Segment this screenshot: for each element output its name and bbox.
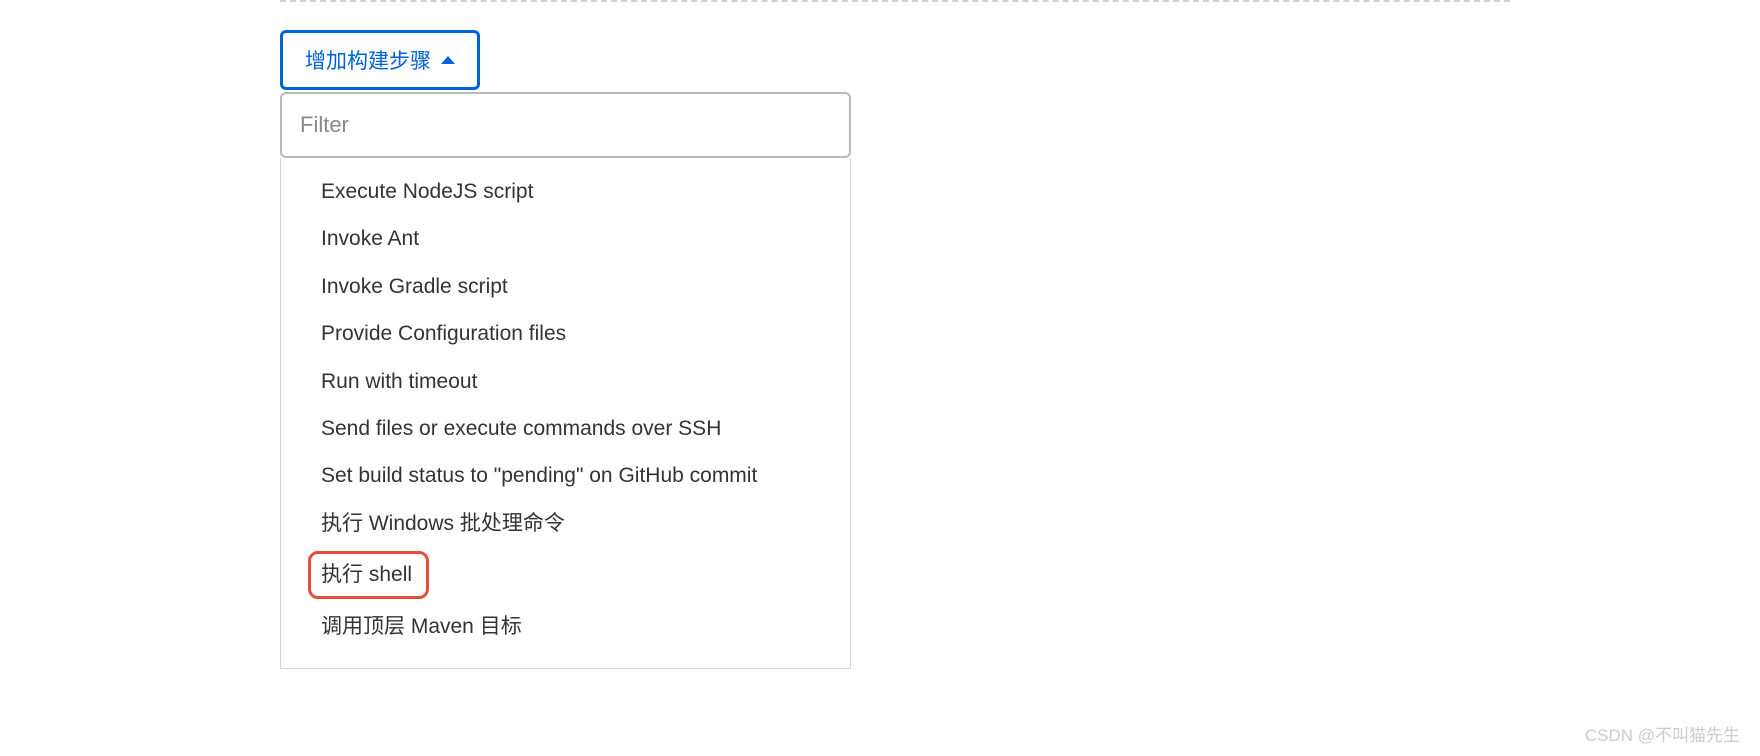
dropdown-panel: Execute NodeJS script Invoke Ant Invoke … xyxy=(280,92,851,669)
dropdown-item-execute-nodejs[interactable]: Execute NodeJS script xyxy=(281,168,850,215)
filter-wrapper xyxy=(280,92,851,158)
dropdown-item-provide-config[interactable]: Provide Configuration files xyxy=(281,310,850,357)
add-build-step-label: 增加构建步骤 xyxy=(305,45,431,75)
dropdown-list: Execute NodeJS script Invoke Ant Invoke … xyxy=(280,158,851,669)
content-area: 增加构建步骤 Execute NodeJS script Invoke Ant … xyxy=(280,30,851,669)
dropdown-item-windows-batch[interactable]: 执行 Windows 批处理命令 xyxy=(281,500,850,547)
separator-line xyxy=(280,0,1510,2)
add-build-step-button[interactable]: 增加构建步骤 xyxy=(280,30,480,90)
dropdown-item-maven-top[interactable]: 调用顶层 Maven 目标 xyxy=(281,603,850,650)
filter-input[interactable] xyxy=(282,94,849,156)
dropdown-item-invoke-gradle[interactable]: Invoke Gradle script xyxy=(281,263,850,310)
watermark: CSDN @不叫猫先生 xyxy=(1585,721,1740,746)
dropdown-item-invoke-ant[interactable]: Invoke Ant xyxy=(281,215,850,262)
chevron-up-icon xyxy=(441,56,455,64)
dropdown-item-execute-shell[interactable]: 执行 shell xyxy=(281,547,850,602)
dropdown-item-run-timeout[interactable]: Run with timeout xyxy=(281,358,850,405)
dropdown-item-send-files-ssh[interactable]: Send files or execute commands over SSH xyxy=(281,405,850,452)
highlighted-shell-label: 执行 shell xyxy=(308,551,429,598)
dropdown-item-github-pending[interactable]: Set build status to "pending" on GitHub … xyxy=(281,452,850,499)
